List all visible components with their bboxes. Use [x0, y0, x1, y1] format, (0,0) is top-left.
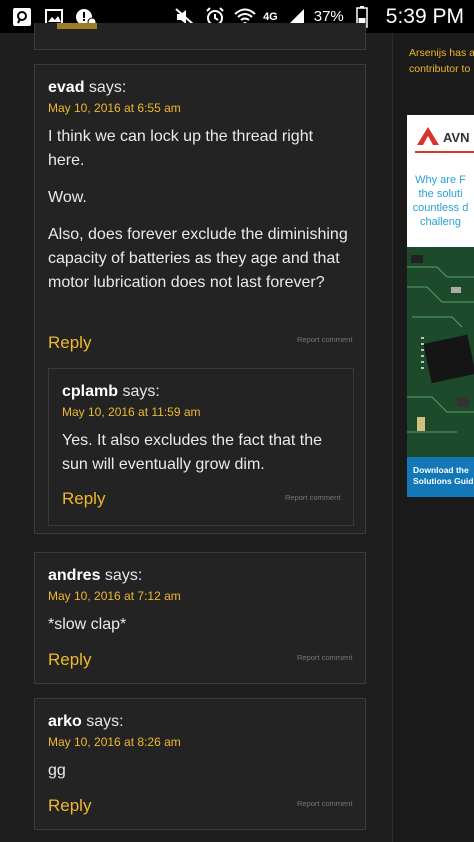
ad-headline-line: the soluti: [418, 188, 463, 200]
report-comment-link[interactable]: Report comment: [297, 335, 352, 344]
comment-paragraph: Also, does forever exclude the diminishi…: [48, 226, 348, 291]
reply-button[interactable]: Reply: [48, 650, 91, 670]
comment-card: andres says: May 10, 2016 at 7:12 am *sl…: [34, 552, 366, 684]
comment-card: arko says: May 10, 2016 at 8:26 am gg Re…: [34, 698, 366, 830]
comment-paragraph: gg: [48, 762, 66, 779]
reply-button[interactable]: Reply: [48, 333, 91, 353]
ad-brand: AVN: [443, 129, 470, 145]
says-label: says:: [88, 79, 127, 96]
reply-button[interactable]: Reply: [62, 489, 105, 509]
comment-body: I think we can lock up the thread right …: [48, 125, 353, 308]
ad-headline-line: Why are F: [415, 174, 466, 186]
comment-date[interactable]: May 10, 2016 at 7:12 am: [48, 589, 181, 603]
comment-author[interactable]: evad: [48, 79, 84, 96]
circuit-board-image: [407, 247, 474, 457]
ad-divider: [415, 151, 474, 153]
reply-button[interactable]: Reply: [48, 796, 91, 816]
ad-logo: AVN: [415, 123, 474, 151]
network-type: 4G: [263, 10, 278, 23]
comment-card: evad says: May 10, 2016 at 6:55 am I thi…: [34, 64, 366, 534]
comment-author[interactable]: cplamb: [62, 383, 118, 400]
report-comment-link[interactable]: Report comment: [285, 493, 340, 502]
ad-headline: Why are F the soluti countless d challen…: [407, 173, 474, 229]
comment-author[interactable]: andres: [48, 567, 100, 584]
comment-body: Yes. It also excludes the fact that the …: [62, 429, 342, 490]
search-icon: [10, 6, 34, 28]
previous-comment-card: [34, 23, 366, 50]
says-label: says:: [104, 567, 143, 584]
report-comment-link[interactable]: Report comment: [297, 653, 352, 662]
ad-cta-button[interactable]: Download the Solutions Guid: [407, 457, 474, 497]
comment-paragraph: I think we can lock up the thread right …: [48, 128, 314, 169]
ad-headline-line: countless d: [412, 202, 469, 214]
sidebar-ad[interactable]: AVN Why are F the soluti countless d cha…: [407, 115, 474, 497]
ad-headline-line: challeng: [420, 216, 461, 228]
nested-comment-card: cplamb says: May 10, 2016 at 11:59 am Ye…: [48, 368, 354, 526]
comment-paragraph: Yes. It also excludes the fact that the …: [62, 432, 323, 473]
comment-body: gg: [48, 759, 353, 796]
comment-date[interactable]: May 10, 2016 at 8:26 am: [48, 735, 181, 749]
clock: 5:39 PM: [385, 4, 464, 28]
report-comment-link[interactable]: Report comment: [297, 799, 352, 808]
comment-date[interactable]: May 10, 2016 at 6:55 am: [48, 101, 181, 115]
ad-cta-line: Download the: [413, 465, 469, 475]
sidebar-text-line[interactable]: Arsenijs has a: [409, 45, 474, 61]
comment-paragraph: Wow.: [48, 189, 87, 206]
sidebar-text-line[interactable]: contributor to: [409, 61, 470, 77]
comment-paragraph: *slow clap*: [48, 616, 127, 633]
says-label: says:: [122, 383, 160, 400]
logo-icon: [417, 127, 439, 145]
comment-body: *slow clap*: [48, 613, 353, 650]
ad-cta-line: Solutions Guid: [413, 476, 474, 486]
comment-date[interactable]: May 10, 2016 at 11:59 am: [62, 405, 201, 419]
comment-author[interactable]: arko: [48, 713, 82, 730]
says-label: says:: [86, 713, 124, 730]
